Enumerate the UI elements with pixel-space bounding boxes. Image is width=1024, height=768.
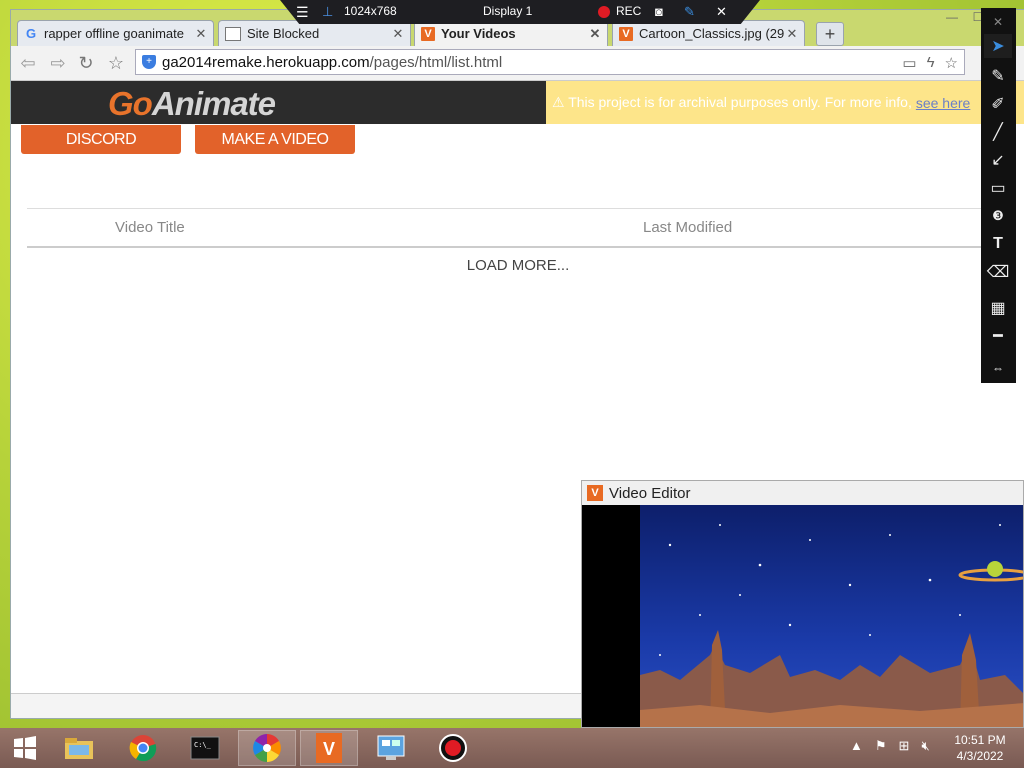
vyond-icon: V: [587, 485, 603, 501]
folder-icon: [65, 738, 93, 759]
goanimate-logo[interactable]: GoAnimate: [108, 85, 276, 123]
back-button[interactable]: ⇦: [17, 52, 39, 74]
pen-icon[interactable]: ✎: [684, 4, 695, 20]
close-icon[interactable]: ✕: [784, 26, 800, 42]
close-icon[interactable]: ✕: [984, 10, 1012, 34]
terminal-icon: C:\_: [190, 736, 220, 760]
close-icon[interactable]: ✕: [390, 26, 406, 42]
photo-app-button[interactable]: [238, 730, 296, 766]
flag-icon[interactable]: ⚑: [875, 738, 887, 754]
screen-recorder-button[interactable]: [424, 730, 482, 766]
new-tab-button[interactable]: +: [816, 22, 844, 46]
terminal-button[interactable]: C:\_: [176, 730, 234, 766]
vyond-icon: V: [316, 733, 342, 763]
lightning-icon[interactable]: ϟ: [927, 54, 935, 72]
notice-text: ⚠ This project is for archival purposes …: [552, 94, 912, 110]
line-icon[interactable]: ╱: [984, 120, 1012, 144]
recorder-bar: ☰ ⊥ 1024x768 Display 1 REC ◙ ✎ ✕: [280, 0, 760, 24]
chrome-icon: [129, 735, 157, 762]
shield-icon: +: [142, 55, 156, 69]
transparency-icon[interactable]: ▦: [984, 296, 1012, 320]
google-icon: G: [25, 26, 37, 41]
forward-button[interactable]: ⇨: [47, 52, 69, 74]
camera-icon[interactable]: ◙: [655, 4, 663, 19]
tab-title: rapper offline goanimate: [44, 26, 184, 41]
close-icon[interactable]: ✕: [716, 4, 727, 20]
col-video-title[interactable]: Video Title: [115, 219, 185, 236]
discord-button[interactable]: DISCORD: [21, 125, 181, 154]
clock-time: 10:51 PM: [954, 733, 1006, 747]
control-panel-icon: [377, 735, 405, 760]
address-bar[interactable]: + ga2014remake.herokuapp.com /pages/html…: [135, 49, 965, 75]
browser-toolbar: ⇦ ⇨ ↻ ☆ + ga2014remake.herokuapp.com /pa…: [11, 46, 1024, 81]
reload-button[interactable]: ↻: [75, 52, 97, 74]
speaker-muted-icon[interactable]: 🔇︎: [921, 738, 929, 754]
archival-notice: ⚠ This project is for archival purposes …: [546, 81, 1024, 124]
pinwheel-icon: [253, 734, 281, 762]
line-width-icon[interactable]: ━: [984, 324, 1012, 348]
close-icon[interactable]: ✕: [587, 26, 603, 42]
logo-go: Go: [108, 85, 153, 122]
record-icon: [439, 734, 467, 762]
vyond-icon: V: [619, 26, 633, 41]
record-dot-icon[interactable]: [598, 6, 610, 21]
scene-artwork: [640, 505, 1023, 727]
address-domain: ga2014remake.herokuapp.com: [162, 53, 370, 71]
text-icon[interactable]: T: [984, 232, 1012, 256]
clock-date: 4/3/2022: [956, 749, 1004, 763]
pin-icon[interactable]: ⊥: [322, 4, 333, 20]
system-tray: ▲ ⚑ ⊞ 🔇︎: [850, 738, 930, 754]
svg-text:C:\_: C:\_: [194, 741, 212, 749]
video-editor-window[interactable]: V Video Editor: [581, 480, 1024, 728]
load-more-button[interactable]: LOAD MORE...: [39, 248, 997, 274]
space-scene-preview: [640, 505, 1023, 727]
rec-label[interactable]: REC: [616, 4, 641, 18]
svg-text:V: V: [323, 739, 335, 759]
page-icon: [225, 26, 241, 41]
chevron-up-icon[interactable]: ▲: [850, 738, 863, 754]
editor-title-bar[interactable]: V Video Editor: [582, 481, 1023, 505]
arrow-icon[interactable]: ↙: [984, 148, 1012, 172]
system-clock[interactable]: 10:51 PM 4/3/2022: [950, 732, 1010, 764]
rectangle-icon[interactable]: ▭: [984, 176, 1012, 200]
tab-title: Cartoon_Classics.jpg (296: [639, 26, 784, 41]
windows-icon: [14, 736, 36, 760]
eraser-icon[interactable]: ⌫: [984, 260, 1012, 284]
pencil-icon[interactable]: ✎: [984, 64, 1012, 88]
cursor-icon[interactable]: ➤: [984, 34, 1012, 58]
network-icon[interactable]: ⊞: [899, 738, 910, 754]
control-panel-button[interactable]: [362, 730, 420, 766]
highlighter-icon[interactable]: ✐: [984, 92, 1012, 116]
make-video-button[interactable]: MAKE A VIDEO: [195, 125, 355, 154]
taskbar: C:\_ V ▲ ⚑ ⊞ 🔇︎ 10:51 PM 4/3/2022: [0, 728, 1024, 768]
bookmark-star-icon[interactable]: ☆: [105, 52, 127, 74]
start-button[interactable]: [0, 730, 50, 766]
file-explorer-button[interactable]: [50, 730, 108, 766]
minimize-icon[interactable]: —: [942, 10, 962, 26]
vyond-taskbar-button[interactable]: V: [300, 730, 358, 766]
resolution-label: 1024x768: [344, 4, 397, 18]
chrome-button[interactable]: [114, 730, 172, 766]
expand-icon[interactable]: ⇔: [984, 356, 1012, 380]
editor-title: Video Editor: [609, 484, 691, 502]
star-icon[interactable]: ☆: [945, 54, 958, 72]
tab-title: Site Blocked: [247, 26, 320, 41]
stamp-icon[interactable]: ❸: [984, 204, 1012, 228]
display-label: Display 1: [483, 4, 533, 18]
logo-animate: Animate: [151, 85, 276, 122]
table-header: Video Title Last Modified: [27, 208, 997, 248]
cast-blocked-icon[interactable]: ▭: [902, 54, 916, 72]
address-path: /pages/html/list.html: [369, 53, 503, 71]
col-last-modified[interactable]: Last Modified: [643, 219, 732, 236]
vyond-icon: V: [421, 26, 435, 41]
menu-icon[interactable]: ☰: [296, 4, 309, 21]
tab-rapper-offline[interactable]: G rapper offline goanimate ✕: [17, 20, 214, 46]
close-icon[interactable]: ✕: [193, 26, 209, 42]
tab-title: Your Videos: [441, 26, 516, 41]
see-here-link[interactable]: see here: [916, 95, 970, 111]
annotation-toolbar: ✕ ➤ ✎ ✐ ╱ ↙ ▭ ❸ T ⌫ ▦ ━ ⇔: [981, 8, 1016, 383]
video-table: Video Title Last Modified LOAD MORE...: [27, 208, 997, 274]
